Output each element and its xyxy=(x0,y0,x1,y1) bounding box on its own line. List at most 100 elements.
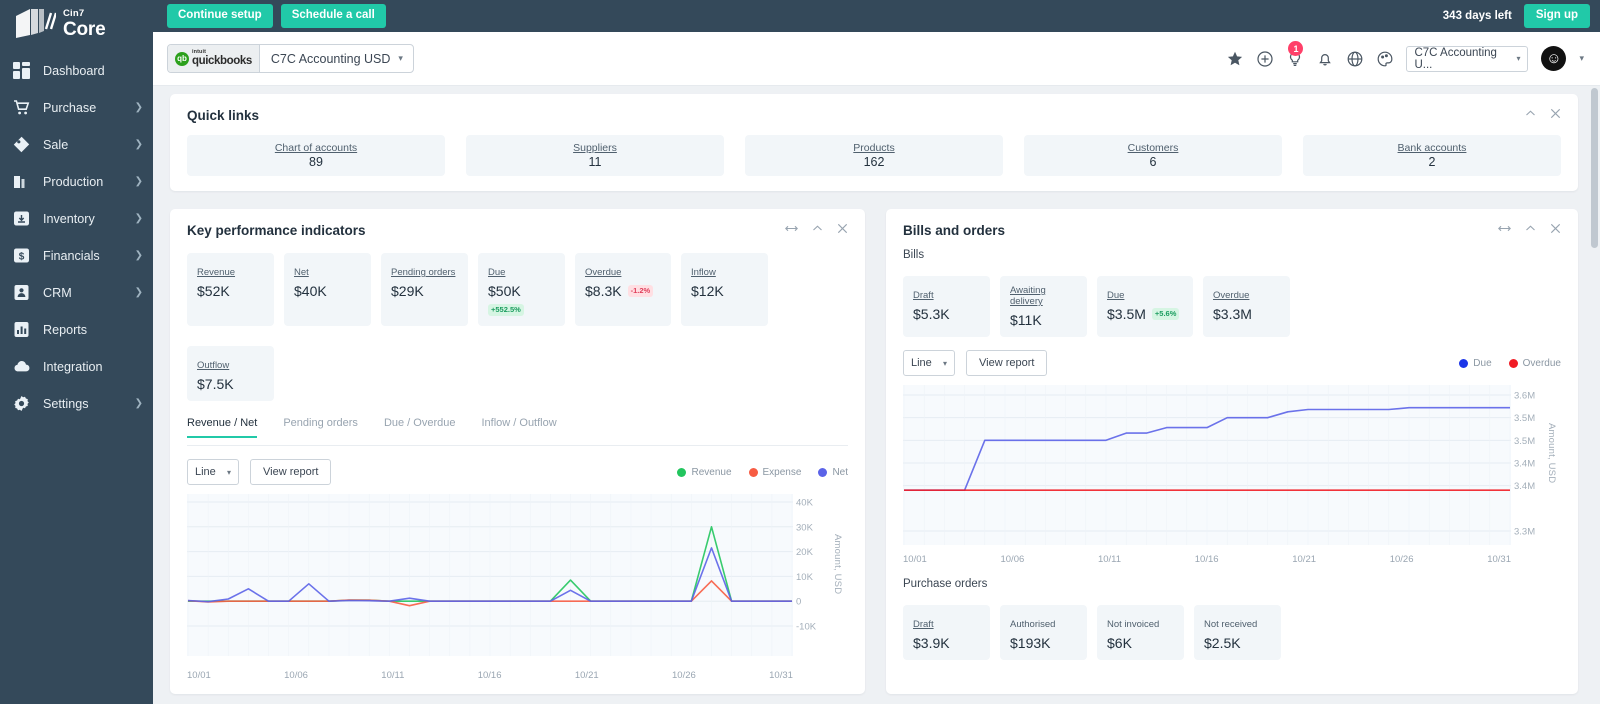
sidebar-item-crm[interactable]: CRM ❯ xyxy=(0,274,153,311)
bills-change-badge: +5.6% xyxy=(1151,308,1180,320)
sub-header-actions: 1 C7C Accounting U... ▾ ☺ ▾ xyxy=(1226,41,1584,72)
organization-select[interactable]: C7C Accounting U... ▾ xyxy=(1406,45,1529,72)
quick-link-value: 2 xyxy=(1428,155,1436,169)
kpi-tile-due[interactable]: Due $50K +552.5% xyxy=(478,253,565,326)
sidebar-item-production[interactable]: Production ❯ xyxy=(0,163,153,200)
bell-icon[interactable] xyxy=(1316,50,1333,67)
chart-type-select[interactable]: Line ▾ xyxy=(187,459,239,485)
kpi-tile-revenue[interactable]: Revenue $52K xyxy=(187,253,274,326)
sidebar-item-settings[interactable]: Settings ❯ xyxy=(0,385,153,422)
sidebar-item-financials[interactable]: $ Financials ❯ xyxy=(0,237,153,274)
tab-revenue-net[interactable]: Revenue / Net xyxy=(187,417,258,438)
legend-dot xyxy=(677,467,687,477)
quick-link-tile[interactable]: Chart of accounts 89 xyxy=(187,135,445,176)
collapse-icon[interactable] xyxy=(1525,108,1536,119)
quickbooks-logo-icon: intuit quickbooks xyxy=(168,45,260,72)
tab-inflow-outflow[interactable]: Inflow / Outflow xyxy=(481,417,556,438)
collapse-icon[interactable] xyxy=(1525,223,1536,234)
brand-logo-block[interactable]: Cin7 Core xyxy=(0,0,153,42)
sidebar-item-reports[interactable]: Reports xyxy=(0,311,153,348)
quick-link-tile[interactable]: Products 162 xyxy=(745,135,1003,176)
bills-chart-type-select[interactable]: Line ▾ xyxy=(903,350,955,376)
bills-label: Draft xyxy=(913,290,934,301)
po-tile-not-invoiced[interactable]: Not invoiced $6K xyxy=(1097,605,1184,660)
avatar[interactable]: ☺ xyxy=(1541,46,1567,71)
kpi-y-axis: 40K 30K 20K 10K 0 -10K xyxy=(793,494,831,656)
po-tile-not-received[interactable]: Not received $2.5K xyxy=(1194,605,1281,660)
kpi-chart-plot[interactable] xyxy=(187,494,793,656)
po-tile-draft[interactable]: Draft $3.9K xyxy=(903,605,990,660)
po-tile-authorised[interactable]: Authorised $193K xyxy=(1000,605,1087,660)
legend-label: Revenue xyxy=(691,466,732,478)
chevron-down-icon: ▾ xyxy=(226,467,231,477)
legend-item-revenue[interactable]: Revenue xyxy=(677,466,732,478)
legend-item-due[interactable]: Due xyxy=(1459,358,1492,369)
quickbooks-connector-select[interactable]: intuit quickbooks C7C Accounting USD ▾ xyxy=(167,44,414,73)
quick-link-label: Bank accounts xyxy=(1397,142,1467,154)
legend-item-net[interactable]: Net xyxy=(818,467,848,478)
tab-due-overdue[interactable]: Due / Overdue xyxy=(384,417,456,438)
palette-icon[interactable] xyxy=(1376,50,1393,67)
bills-chart-plot[interactable] xyxy=(903,385,1511,545)
quick-link-tile[interactable]: Suppliers 11 xyxy=(466,135,724,176)
sidebar-item-inventory[interactable]: Inventory ❯ xyxy=(0,200,153,237)
dashboard-columns: Key performance indicators Revenue $52K … xyxy=(170,209,1578,694)
sidebar-item-dashboard[interactable]: Dashboard xyxy=(0,52,153,89)
x-tick-label: 10/01 xyxy=(903,554,927,565)
kpi-title: Key performance indicators xyxy=(187,223,366,238)
sidebar-item-purchase[interactable]: Purchase ❯ xyxy=(0,89,153,126)
bills-tile-overdue[interactable]: Overdue $3.3M xyxy=(1203,276,1290,337)
sidebar-nav: Dashboard Purchase ❯ Sale ❯ Production ❯… xyxy=(0,52,153,422)
po-value: $3.9K xyxy=(913,635,950,651)
view-report-button[interactable]: View report xyxy=(250,459,332,485)
kpi-tile-outflow[interactable]: Outflow $7.5K xyxy=(187,346,274,401)
x-tick-label: 10/11 xyxy=(1097,554,1122,565)
resize-icon[interactable] xyxy=(1498,223,1511,234)
legend-item-expense[interactable]: Expense xyxy=(748,467,801,478)
kpi-tile-pending-orders[interactable]: Pending orders $29K xyxy=(381,253,468,326)
continue-setup-button[interactable]: Continue setup xyxy=(167,4,273,28)
sidebar-item-integration[interactable]: Integration xyxy=(0,348,153,385)
kpi-tile-overdue[interactable]: Overdue $8.3K -1.2% xyxy=(575,253,671,326)
bills-tile-awaiting-delivery[interactable]: Awaiting delivery $11K xyxy=(1000,276,1087,337)
sidebar-item-label: Reports xyxy=(43,322,88,337)
bills-legend: Due Overdue xyxy=(1459,358,1561,369)
kpi-tile-inflow[interactable]: Inflow $12K xyxy=(681,253,768,326)
sidebar-item-sale[interactable]: Sale ❯ xyxy=(0,126,153,163)
plus-circle-icon[interactable] xyxy=(1256,50,1273,67)
chevron-down-icon[interactable]: ▾ xyxy=(1579,53,1584,64)
schedule-call-button[interactable]: Schedule a call xyxy=(280,4,386,28)
globe-icon[interactable] xyxy=(1346,50,1363,67)
factory-icon xyxy=(13,173,30,190)
quick-link-value: 11 xyxy=(588,155,602,169)
quick-link-tile[interactable]: Bank accounts 2 xyxy=(1303,135,1561,176)
resize-icon[interactable] xyxy=(785,223,798,234)
kpi-x-axis: 10/01 10/06 10/11 10/16 10/21 10/26 10/31 xyxy=(187,670,793,681)
bills-y-axis-title: Amount, USD xyxy=(1546,423,1557,484)
close-icon[interactable] xyxy=(837,223,848,234)
signup-button[interactable]: Sign up xyxy=(1523,4,1590,28)
quick-link-tile[interactable]: Customers 6 xyxy=(1024,135,1282,176)
quick-link-value: 162 xyxy=(863,155,885,169)
close-icon[interactable] xyxy=(1550,108,1561,119)
x-tick-label: 10/21 xyxy=(1292,554,1317,565)
gear-icon xyxy=(13,395,30,412)
kpi-chart-controls: Line ▾ View report Revenue Expense Net xyxy=(170,446,865,485)
scrollbar-thumb[interactable] xyxy=(1591,88,1598,248)
kpi-tile-net[interactable]: Net $40K xyxy=(284,253,371,326)
bills-tile-due[interactable]: Due $3.5M +5.6% xyxy=(1097,276,1193,337)
main-content: Quick links Chart of accounts 89 Supplie… xyxy=(153,86,1600,704)
bills-view-report-button[interactable]: View report xyxy=(966,350,1048,376)
bills-tile-draft[interactable]: Draft $5.3K xyxy=(903,276,990,337)
page-scrollbar[interactable] xyxy=(1591,88,1598,648)
legend-item-overdue[interactable]: Overdue xyxy=(1508,358,1561,369)
tab-pending-orders[interactable]: Pending orders xyxy=(283,417,358,438)
star-icon[interactable] xyxy=(1226,50,1243,67)
lightbulb-icon[interactable]: 1 xyxy=(1286,41,1304,67)
contact-icon xyxy=(13,284,30,301)
collapse-icon[interactable] xyxy=(812,223,823,234)
svg-text:3.5M: 3.5M xyxy=(1514,436,1535,447)
chart-type-value: Line xyxy=(195,466,216,478)
close-icon[interactable] xyxy=(1550,223,1561,234)
grid-icon xyxy=(13,62,30,79)
